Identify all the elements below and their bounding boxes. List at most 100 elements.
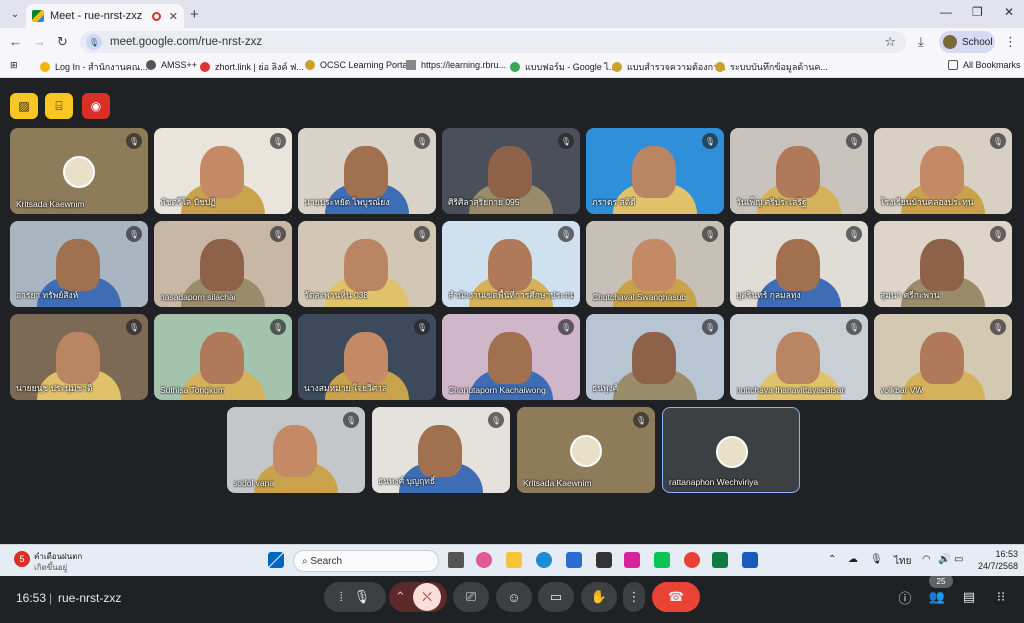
people-icon[interactable]: 👥: [925, 585, 949, 609]
emoji-button[interactable]: ☺: [496, 582, 532, 612]
bookmark-item[interactable]: AMSS++: [146, 60, 197, 70]
bookmark-item[interactable]: Log In - สำนักงานคณ...: [40, 60, 148, 74]
tab-search-chevron-icon[interactable]: ⌄: [6, 5, 24, 23]
bookmark-item[interactable]: https://learning.rbru...: [406, 60, 506, 70]
participant-tile[interactable]: 🎙 ภราดร สติดี: [586, 128, 724, 214]
participant-tile[interactable]: 🎙 Chanutaporn Kachaiwong: [442, 314, 580, 400]
menu-kebab-icon[interactable]: ⋮: [1004, 34, 1017, 50]
end-call-button[interactable]: ☎: [652, 582, 700, 612]
back-icon[interactable]: ←: [9, 34, 22, 49]
participant-tile[interactable]: 🎙 ธนพงศ์ บุญฤทธิ์: [372, 407, 510, 493]
camera-off-indicator-icon[interactable]: ▨: [10, 93, 38, 119]
new-tab-button[interactable]: +: [190, 6, 199, 23]
participant-name: Chutchaval Swanghasub: [592, 292, 687, 302]
participant-tile[interactable]: 🎙 นางสมหมาย ใจยวิศาล: [298, 314, 436, 400]
captions-button[interactable]: ▭: [538, 582, 574, 612]
participant-tile[interactable]: 🎙 สำนักงานเขตพื้นที่การศึกษาประถม...: [442, 221, 580, 307]
bookmark-item[interactable]: แบบสำรวจความต้องกา...: [612, 60, 726, 74]
profile-avatar: [943, 35, 957, 49]
app-icon[interactable]: [596, 552, 612, 568]
cloud-icon[interactable]: ☁: [848, 554, 858, 565]
address-bar[interactable]: 🎙 meet.google.com/rue-nrst-zxz ☆: [80, 31, 906, 53]
file-explorer-icon[interactable]: [506, 552, 522, 568]
taskbar-search[interactable]: ⌕ Search: [293, 550, 439, 572]
record-icon[interactable]: ◉: [82, 93, 110, 119]
participant-name: sodol vana: [233, 478, 275, 488]
participant-tile[interactable]: 🎙 Kritsada Kaewnim: [10, 128, 148, 214]
weather-alert-badge: 5: [14, 551, 30, 567]
bookmark-item[interactable]: ระบบบันทึกข้อมูลด้านค...: [715, 60, 828, 74]
minimize-icon[interactable]: —: [940, 5, 952, 19]
participant-tile[interactable]: 🎙 วันเพ็ญ ศรีประเสริฐ: [730, 128, 868, 214]
restore-icon[interactable]: ❐: [972, 5, 983, 19]
info-icon[interactable]: ⓘ: [893, 585, 917, 609]
wifi-icon[interactable]: ◠: [922, 554, 931, 565]
edge-icon[interactable]: [536, 552, 552, 568]
participant-tile[interactable]: 🎙 โรงเรียนบ้านคลองประทุน: [874, 128, 1012, 214]
bookmark-item[interactable]: OCSC Learning Portal: [305, 60, 410, 70]
battery-icon[interactable]: ▭: [954, 554, 963, 565]
chrome-icon[interactable]: [684, 552, 700, 568]
clock-date[interactable]: 24/7/2568: [970, 561, 1018, 571]
participant-tile[interactable]: 🎙 nuttchaya thanavittayapaisan: [730, 314, 868, 400]
participant-tile[interactable]: 🎙 ธนพุงศ์: [586, 314, 724, 400]
raise-hand-button[interactable]: ✋: [581, 582, 617, 612]
window-close-icon[interactable]: ✕: [1004, 5, 1014, 19]
camera-button[interactable]: ⌃ ⛌: [389, 582, 447, 612]
participant-tile[interactable]: 🎙 ศิริศิลาสุริยกาย 095: [442, 128, 580, 214]
task-view-icon[interactable]: [448, 552, 464, 568]
tab-close-icon[interactable]: ✕: [169, 10, 178, 23]
excel-icon[interactable]: [712, 552, 728, 568]
participant-tile[interactable]: 🎙 พัชตรีโล ปัชปฏิ: [154, 128, 292, 214]
more-vert-icon: ⋮: [627, 589, 641, 604]
participant-tile[interactable]: 🎙 นายยนุช ประนุมชาติ: [10, 314, 148, 400]
participant-tile[interactable]: 🎙 sodol vana: [227, 407, 365, 493]
mic-button[interactable]: ⦙ 🎙: [324, 582, 386, 612]
participant-name: Kritsada Kaewnim: [16, 199, 85, 209]
chat-icon[interactable]: ▤: [957, 585, 981, 609]
line-icon[interactable]: [654, 552, 670, 568]
bookmark-item[interactable]: แบบฟอร์ม - Google ไ...: [510, 60, 616, 74]
participant-tile[interactable]: 🎙 nasadaporn silachai: [154, 221, 292, 307]
activities-icon[interactable]: ⁝⁝: [989, 585, 1013, 609]
volume-icon[interactable]: 🔊: [938, 554, 950, 565]
participant-tile[interactable]: 🎙 สุมนา ศรีกะพาน: [874, 221, 1012, 307]
bookmark-star-icon[interactable]: ☆: [884, 34, 896, 50]
word-icon[interactable]: [742, 552, 758, 568]
more-options-button[interactable]: ⋮: [623, 582, 645, 612]
bookmark-item[interactable]: zhort.link | ย่อ ลิงค์ ฟ...: [200, 60, 304, 74]
profile-button[interactable]: School: [939, 31, 995, 53]
muted-mic-icon: 🎙: [702, 226, 718, 242]
participant-tile[interactable]: 🎙 Suthisa Tongkum: [154, 314, 292, 400]
participant-tile[interactable]: 🎙 volkbar VW: [874, 314, 1012, 400]
participant-tile[interactable]: 🎙 Kritsada Kaewnim: [517, 407, 655, 493]
participant-tile[interactable]: rattanaphon Wechviriya: [662, 407, 800, 493]
apps-grid-icon[interactable]: ⊞: [10, 60, 18, 71]
present-button[interactable]: ⎚: [453, 582, 489, 612]
hang-up-icon: ☎: [667, 589, 685, 604]
door-icon[interactable]: ⌸: [45, 93, 73, 119]
participant-video-face: [344, 332, 388, 384]
participant-video-face: [200, 332, 244, 384]
participant-tile[interactable]: 🎙 วัดสะพานหิน 038: [298, 221, 436, 307]
tray-chevron-icon[interactable]: ⌃: [828, 554, 836, 565]
participant-tile[interactable]: 🎙 นายประหยัด ไพบูรณ์ยง: [298, 128, 436, 214]
clock-time[interactable]: 16:53: [978, 549, 1018, 559]
copilot-icon[interactable]: [476, 552, 492, 568]
muted-mic-icon: 🎙: [990, 226, 1006, 242]
participant-tile[interactable]: 🎙 อารยา ทรัพย์สิงห์: [10, 221, 148, 307]
language-indicator[interactable]: ไทย: [894, 554, 911, 569]
tab-meet[interactable]: Meet - rue-nrst-zxz ✕: [26, 4, 184, 28]
weather-widget[interactable]: 5 คำเตือนฝนตก เกิดขึ้นอยู่: [10, 549, 100, 573]
forward-icon[interactable]: →: [33, 34, 46, 49]
start-icon[interactable]: [268, 552, 284, 568]
participant-tile[interactable]: 🎙 บุศรินทร์ กุลมลทุง: [730, 221, 868, 307]
mic-tray-icon[interactable]: 🎙: [870, 554, 883, 565]
store-icon[interactable]: [566, 552, 582, 568]
reload-icon[interactable]: ↻: [57, 34, 68, 50]
all-bookmarks[interactable]: All Bookmarks: [948, 60, 1021, 70]
download-icon[interactable]: ⤓: [918, 34, 924, 50]
instagram-icon[interactable]: [624, 552, 640, 568]
participant-tile[interactable]: 🎙 Chutchaval Swanghasub: [586, 221, 724, 307]
site-info-icon[interactable]: 🎙: [86, 34, 102, 50]
